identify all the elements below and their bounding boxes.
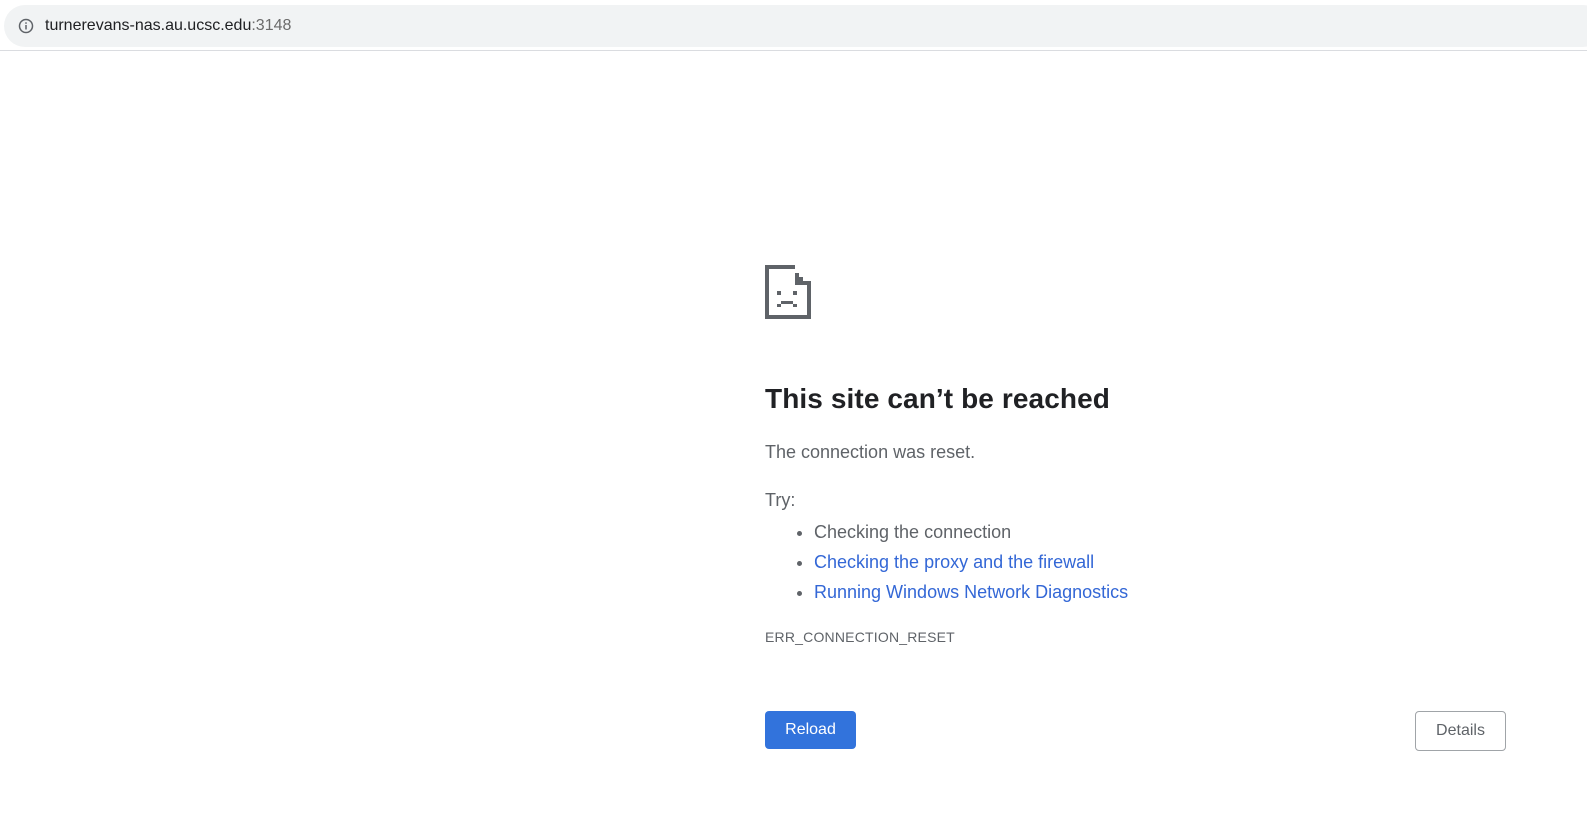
suggestion-check-connection: Checking the connection bbox=[814, 517, 1525, 547]
url-host: turnerevans-nas.au.ucsc.edu bbox=[45, 17, 252, 34]
reload-button[interactable]: Reload bbox=[765, 711, 856, 749]
error-description: The connection was reset. bbox=[765, 442, 976, 462]
error-content: This site can’t be reached The connectio… bbox=[765, 265, 1525, 645]
error-title: This site can’t be reached bbox=[765, 383, 1110, 414]
try-label: Try: bbox=[765, 490, 796, 510]
sad-page-icon bbox=[765, 265, 811, 319]
suggestion-check-proxy: Checking the proxy and the firewall bbox=[814, 547, 1525, 577]
url-port: :3148 bbox=[251, 17, 292, 34]
network-diagnostics-link[interactable]: Running Windows Network Diagnostics bbox=[814, 582, 1128, 602]
suggestion-network-diagnostics: Running Windows Network Diagnostics bbox=[814, 577, 1525, 607]
omnibox[interactable]: turnerevans-nas.au.ucsc.edu:3148 bbox=[4, 5, 1587, 47]
details-button[interactable]: Details bbox=[1415, 711, 1506, 751]
info-icon[interactable] bbox=[17, 17, 35, 35]
error-code: ERR_CONNECTION_RESET bbox=[765, 629, 955, 645]
suggestions-list: Checking the connection Checking the pro… bbox=[765, 517, 1525, 607]
url-text[interactable]: turnerevans-nas.au.ucsc.edu:3148 bbox=[45, 17, 291, 35]
check-proxy-link[interactable]: Checking the proxy and the firewall bbox=[814, 552, 1094, 572]
address-bar: turnerevans-nas.au.ucsc.edu:3148 bbox=[0, 0, 1587, 51]
